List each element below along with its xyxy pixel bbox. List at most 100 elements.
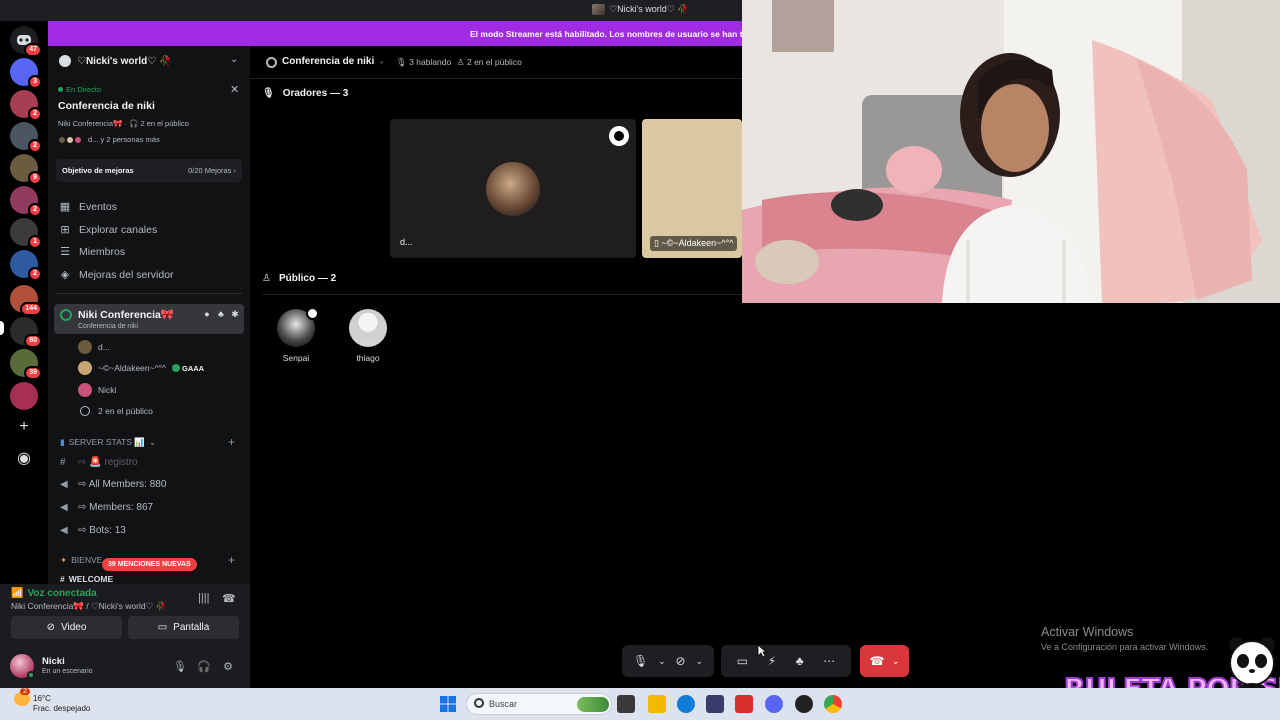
speaker-icon: ◀: [60, 478, 68, 490]
audience-member[interactable]: Senpai: [271, 307, 321, 363]
boost-goal[interactable]: Objetivo de mejoras 0/20 Mejoras ›: [56, 159, 242, 182]
voice-status[interactable]: 📶 Voz conectada: [11, 588, 97, 599]
active-stage-channel[interactable]: Niki Conferencia🎀 Conferencia de niki ● …: [54, 304, 244, 334]
streamer-mode-banner: El modo Streamer está habilitado. Los no…: [48, 21, 742, 46]
server-icon[interactable]: 9: [10, 154, 42, 185]
gear-icon[interactable]: ⚙: [221, 660, 235, 674]
server-icon[interactable]: 3: [10, 58, 42, 89]
stage-title: Conferencia de niki: [58, 100, 155, 112]
voice-location[interactable]: Niki Conferencia🎀 / ♡Nicki's world♡ 🥀: [11, 601, 166, 612]
activities-icon[interactable]: ⚡: [768, 654, 776, 668]
windows-start-icon[interactable]: [440, 696, 456, 712]
user-status: En un escenario: [42, 668, 93, 675]
tag-dot-icon: [171, 364, 180, 372]
add-server-icon[interactable]: +: [14, 417, 34, 437]
stat-channel[interactable]: # ⇨ 🚨 registro: [60, 453, 138, 471]
channel-topic: Conferencia de niki: [78, 323, 138, 330]
direct-messages-button[interactable]: 47: [10, 26, 42, 57]
server-icon[interactable]: 2: [10, 250, 42, 281]
speaker-tile[interactable]: d...: [390, 119, 636, 258]
add-channel-icon[interactable]: +: [228, 553, 235, 567]
chevron-down-icon[interactable]: ⌄: [695, 656, 703, 667]
category-server-stats[interactable]: ▮ SERVER STATS 📊 ⌄: [60, 435, 156, 449]
gear-icon[interactable]: ✱: [230, 309, 240, 319]
invite-speakers-icon[interactable]: ♣: [796, 654, 804, 668]
channel-member[interactable]: ~©~Aldakeen~^°^ GAAA: [78, 360, 204, 376]
avatar[interactable]: [10, 654, 35, 679]
video-button[interactable]: ⊘ Video: [11, 616, 122, 639]
server-icon[interactable]: 2: [10, 186, 42, 217]
chat-icon[interactable]: ●: [202, 309, 212, 319]
edge-icon[interactable]: [677, 695, 695, 713]
camera-off-icon[interactable]: ⊘: [676, 654, 686, 668]
screen-share-icon[interactable]: ▭: [737, 654, 748, 668]
stat-channel[interactable]: ◀ ⇨ Bots: 13: [60, 521, 126, 539]
server-icon[interactable]: 39: [10, 349, 42, 380]
nav-browse-channels[interactable]: ⊞ Explorar canales: [59, 220, 244, 240]
chevron-down-icon[interactable]: ⌄: [658, 656, 666, 667]
server-badge: 39: [24, 366, 42, 380]
speaker-tile[interactable]: ▯ ~©~Aldakeen~^°^: [642, 119, 742, 258]
server-icon[interactable]: 144: [10, 285, 42, 316]
anydesk-icon[interactable]: [735, 695, 753, 713]
close-icon[interactable]: ✕: [230, 83, 239, 96]
file-explorer-icon[interactable]: [648, 695, 666, 713]
speaker-name-text: ~©~Aldakeen~^°^: [661, 238, 734, 248]
server-icon[interactable]: 1: [10, 218, 42, 249]
hash-icon: #: [60, 574, 65, 584]
channel-member[interactable]: Nicki: [78, 382, 116, 398]
live-stage-card[interactable]: En Directo Conferencia de niki Niki Conf…: [53, 81, 245, 157]
member-name: d...: [98, 342, 110, 352]
app-icon[interactable]: [706, 695, 724, 713]
microphone-icon[interactable]: 🎙: [633, 654, 648, 668]
more-options-icon[interactable]: ⋯: [823, 654, 835, 668]
weather-desc: Frac. despejado: [33, 704, 91, 713]
task-view-icon[interactable]: [617, 695, 635, 713]
nav-events-label: Eventos: [79, 201, 117, 213]
voice-panel: 📶 Voz conectada Niki Conferencia🎀 / ♡Nick…: [0, 584, 250, 688]
speaker-icon: ◀: [60, 524, 68, 536]
server-icon[interactable]: [10, 382, 38, 410]
category-label: SERVER STATS 📊: [68, 436, 145, 447]
leave-stage-button[interactable]: ☎ ⌄: [860, 645, 909, 677]
noise-suppression-icon[interactable]: ||||: [198, 592, 209, 604]
screen-share-button[interactable]: ▭ Pantalla: [128, 616, 239, 639]
title-bar: ♡Nicki's world♡ 🥀: [0, 0, 742, 21]
stat-channel[interactable]: ◀ ⇨ Members: 867: [60, 498, 153, 516]
hang-up-icon: ☎: [869, 654, 885, 668]
add-channel-icon[interactable]: +: [228, 435, 235, 449]
server-icon[interactable]: 2: [10, 122, 42, 153]
weather-widget[interactable]: 16°C Frac. despejado: [33, 694, 90, 714]
headphones-icon[interactable]: 🎧: [197, 660, 211, 674]
discover-icon[interactable]: ◉: [14, 449, 34, 469]
new-mentions-pill[interactable]: 39 MENCIONES NUEVAS: [102, 558, 197, 571]
disconnect-icon[interactable]: ☎: [222, 592, 236, 605]
obs-icon[interactable]: [795, 695, 813, 713]
streamer-mode-text: El modo Streamer está habilitado. Los no…: [470, 29, 742, 39]
server-icon[interactable]: 2: [10, 90, 42, 121]
nav-server-boosts[interactable]: ◈ Mejoras del servidor: [59, 265, 244, 285]
server-badge: 2: [28, 203, 42, 217]
server-badge: 2: [28, 107, 42, 121]
server-icon[interactable]: 80: [10, 317, 42, 348]
participants-text: d... y 2 personas más: [88, 135, 160, 144]
invite-icon[interactable]: ♣: [216, 309, 226, 319]
stat-channel[interactable]: ◀ ⇨ All Members: 880: [60, 475, 166, 493]
audience-name: Senpai: [282, 353, 310, 363]
user-area: Nicki En un escenario 🎙 🎧 ⚙: [0, 646, 250, 688]
nav-members[interactable]: ☰ Miembros: [59, 242, 244, 262]
nav-events[interactable]: ▦ Eventos: [59, 197, 244, 217]
taskbar-search[interactable]: Buscar: [466, 693, 612, 715]
audience-summary[interactable]: 2 en el público: [78, 403, 153, 419]
audience-member[interactable]: thiago: [343, 309, 393, 363]
microphone-icon[interactable]: 🎙: [173, 660, 187, 674]
calendar-icon: ▦: [59, 201, 71, 213]
channel-member[interactable]: d...: [78, 339, 110, 355]
audience-count: ♙ 2 en el público: [457, 57, 522, 67]
avatar: [78, 361, 92, 375]
chrome-icon[interactable]: [824, 695, 842, 713]
server-header[interactable]: ♡Nicki's world♡ 🥀 ⌄: [48, 46, 250, 78]
audio-video-controls: 🎙 ⌄ ⊘ ⌄: [622, 645, 714, 677]
discord-icon[interactable]: [765, 695, 783, 713]
category-bienvenida[interactable]: ✦ BIENVE: [60, 553, 102, 567]
